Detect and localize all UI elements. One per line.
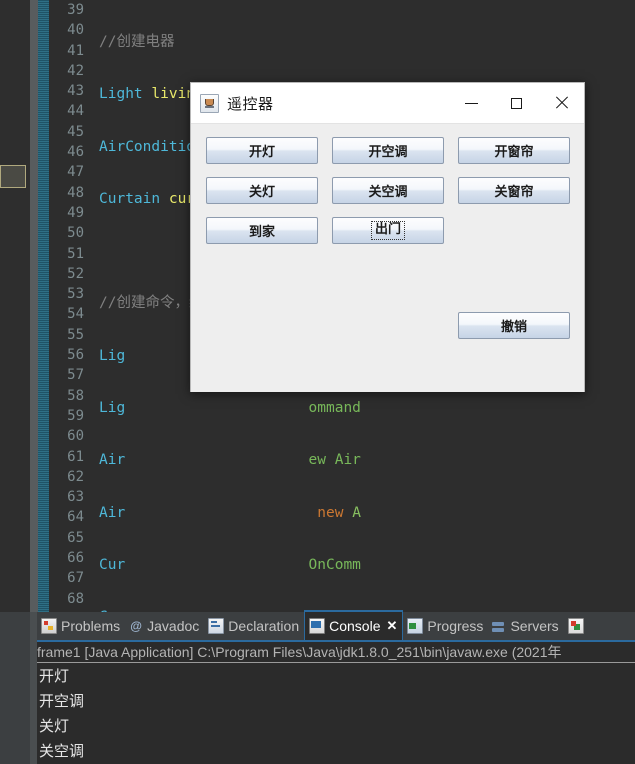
tab-servers[interactable]: Servers	[488, 612, 563, 640]
line-number-gutter: 39 40 41 42 43 44 45 46 47 48 49 50 51 5…	[49, 0, 90, 612]
tab-overflow[interactable]	[564, 612, 593, 640]
line-number: 61	[67, 448, 84, 465]
line-number: 53	[67, 286, 84, 303]
console-launch-line: frame1 [Java Application] C:\Program Fil…	[37, 642, 635, 663]
line-number: 67	[67, 570, 84, 587]
problems-icon	[41, 618, 57, 634]
line-number: 56	[67, 347, 84, 364]
tab-label: Javadoc	[147, 618, 200, 634]
line-number: 42	[67, 62, 84, 79]
more-tabs-icon	[567, 618, 584, 634]
tab-close-icon[interactable]: ✕	[387, 618, 398, 634]
remote-control-dialog[interactable]: 遥控器 开灯 开空调 开窗帘 关灯 关空调 关窗帘 到家 出门 撤销	[190, 82, 585, 392]
aircondition-off-button[interactable]: 关空调	[332, 177, 444, 204]
line-number: 52	[67, 265, 84, 282]
editor-folding-strip[interactable]	[38, 0, 49, 612]
line-number: 39	[67, 2, 84, 18]
line-number: 44	[67, 103, 84, 120]
maximize-button[interactable]	[494, 83, 539, 123]
tab-label: Console	[329, 618, 381, 634]
code-token: Light	[99, 86, 143, 103]
javadoc-icon: @	[130, 619, 142, 633]
tab-label: Declaration	[228, 618, 300, 634]
code-comment: //创建电器	[99, 34, 175, 50]
tab-label: Servers	[510, 618, 559, 634]
come-home-button[interactable]: 到家	[206, 217, 318, 244]
line-number: 58	[67, 387, 84, 404]
curtain-off-button[interactable]: 关窗帘	[458, 177, 570, 204]
editor-annotation-ruler[interactable]	[30, 0, 38, 612]
tab-console[interactable]: Console ✕	[304, 610, 404, 640]
console-tabbar[interactable]: Problems @ Javadoc Declaration Console ✕…	[37, 610, 635, 642]
leave-home-button[interactable]: 出门	[332, 217, 444, 244]
line-number: 59	[67, 407, 84, 424]
line-number: 66	[67, 550, 84, 567]
console-left-rail	[0, 612, 30, 764]
dialog-content-pane: 开灯 开空调 开窗帘 关灯 关空调 关窗帘 到家 出门 撤销	[191, 124, 584, 392]
line-number: 65	[67, 529, 84, 546]
code-line: Lig ommand	[99, 400, 361, 417]
progress-icon	[407, 618, 424, 634]
line-number: 62	[67, 468, 84, 485]
declaration-icon	[208, 618, 225, 634]
maximize-icon	[511, 97, 522, 109]
console-left-rail-inner	[30, 612, 37, 764]
line-number: 63	[67, 489, 84, 506]
close-icon	[555, 96, 569, 110]
tab-problems[interactable]: Problems	[37, 612, 125, 640]
line-number: 55	[67, 326, 84, 343]
code-line: Air new A	[99, 504, 361, 521]
java-coffee-cup-icon	[200, 93, 219, 113]
line-number: 51	[67, 245, 84, 262]
minimize-icon	[465, 102, 478, 104]
undo-button[interactable]: 撤销	[458, 312, 570, 339]
window-controls[interactable]	[449, 83, 584, 123]
line-number: 49	[67, 204, 84, 221]
console-icon	[309, 618, 326, 634]
tab-label: Progress	[427, 618, 484, 634]
line-number: 41	[67, 42, 84, 59]
tab-progress[interactable]: Progress	[403, 612, 488, 640]
line-number: 47	[67, 164, 84, 181]
code-line: Cur OnComm	[99, 556, 361, 573]
editor-marker-box[interactable]	[0, 165, 26, 188]
focus-indicator: 出门	[370, 221, 405, 240]
dialog-title: 遥控器	[227, 94, 274, 113]
console-output[interactable]: 开灯 开空调 关灯 关空调	[37, 664, 635, 764]
dialog-titlebar[interactable]: 遥控器	[191, 83, 584, 124]
minimize-button[interactable]	[449, 83, 494, 123]
console-output-line: 开空调	[39, 693, 85, 710]
light-off-button[interactable]: 关灯	[206, 177, 318, 204]
tab-label: Problems	[61, 618, 121, 634]
curtain-on-button[interactable]: 开窗帘	[458, 137, 570, 164]
line-number: 46	[67, 144, 84, 161]
line-number: 54	[67, 306, 84, 323]
line-number: 60	[67, 428, 84, 445]
tab-declaration[interactable]: Declaration	[204, 612, 304, 640]
line-number: 45	[67, 123, 84, 140]
console-output-line: 关灯	[39, 718, 70, 735]
code-line: //创建电器	[90, 32, 635, 52]
line-number: 64	[67, 509, 84, 526]
aircondition-on-button[interactable]: 开空调	[332, 137, 444, 164]
console-output-line: 开灯	[39, 668, 70, 685]
line-number: 40	[67, 22, 84, 39]
line-number: 57	[67, 367, 84, 384]
editor-left-margin	[0, 0, 30, 612]
code-line: Air ew Air	[99, 452, 361, 469]
servers-icon	[492, 619, 506, 633]
line-number: 48	[67, 184, 84, 201]
light-on-button[interactable]: 开灯	[206, 137, 318, 164]
line-number: 43	[67, 83, 84, 100]
tab-javadoc[interactable]: @ Javadoc	[125, 612, 204, 640]
close-button[interactable]	[539, 83, 584, 123]
console-output-line: 关空调	[39, 743, 85, 760]
line-number: 68	[67, 590, 84, 607]
line-number: 50	[67, 225, 84, 242]
console-panel: Problems @ Javadoc Declaration Console ✕…	[0, 610, 635, 764]
